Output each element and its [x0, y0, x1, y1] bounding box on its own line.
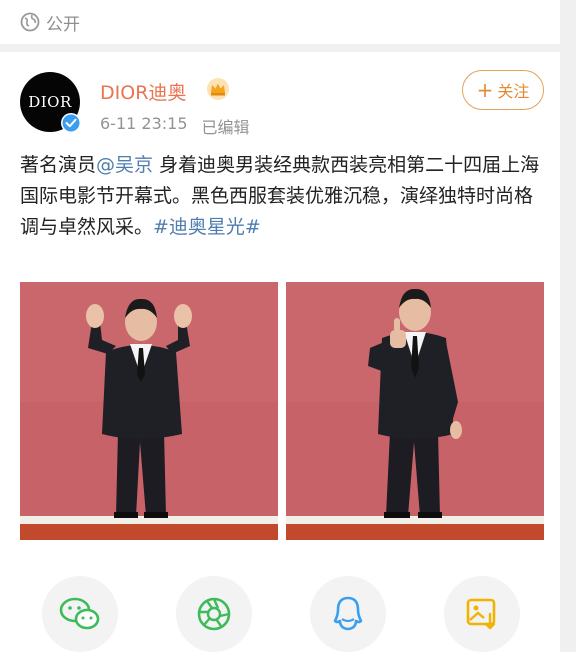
follow-label: 关注: [497, 82, 530, 101]
post-text-intro: 著名演员: [20, 154, 97, 176]
post-meta: 6-11 23:15 已编辑: [100, 114, 250, 138]
verified-icon: [61, 113, 81, 133]
mention-link[interactable]: @吴京: [96, 154, 153, 176]
qq-icon: [333, 596, 363, 631]
post-card: DIOR DIOR迪奥 6-11 23:15 已编辑 + 关注 著名演员@吴京 …: [0, 52, 560, 652]
thumbs-up-photo[interactable]: [286, 282, 544, 540]
waving-photo[interactable]: [20, 282, 278, 540]
share-bar: [0, 576, 560, 652]
globe-icon: [20, 12, 40, 32]
moments-icon: [197, 597, 231, 631]
visibility-label: 公开: [46, 14, 80, 35]
qq-share-button[interactable]: [310, 576, 386, 652]
edited-label[interactable]: 已编辑: [202, 114, 250, 138]
wechat-icon: [59, 597, 100, 630]
post-text: 著名演员@吴京 身着迪奥男装经典款西装亮相第二十四届上海国际电影节开幕式。黑色西…: [20, 150, 540, 243]
follow-button[interactable]: + 关注: [462, 70, 544, 110]
wechat-share-button[interactable]: [42, 576, 118, 652]
crown-icon[interactable]: [206, 77, 230, 101]
post-timestamp: 6-11 23:15: [100, 114, 188, 133]
save-image-button[interactable]: [444, 576, 520, 652]
save-image-icon: [466, 598, 496, 630]
topic-link[interactable]: #迪奥星光#: [153, 216, 261, 238]
visibility-bar: 公开: [0, 0, 560, 44]
plus-icon: +: [476, 78, 494, 102]
author-name[interactable]: DIOR迪奥: [100, 78, 186, 105]
moments-share-button[interactable]: [176, 576, 252, 652]
avatar-logo-text: DIOR: [28, 93, 72, 111]
weibo-post-screen: 公开 DIOR DIOR迪奥 6-11 23:15 已编辑 + 关注 著名演员@…: [0, 0, 576, 652]
